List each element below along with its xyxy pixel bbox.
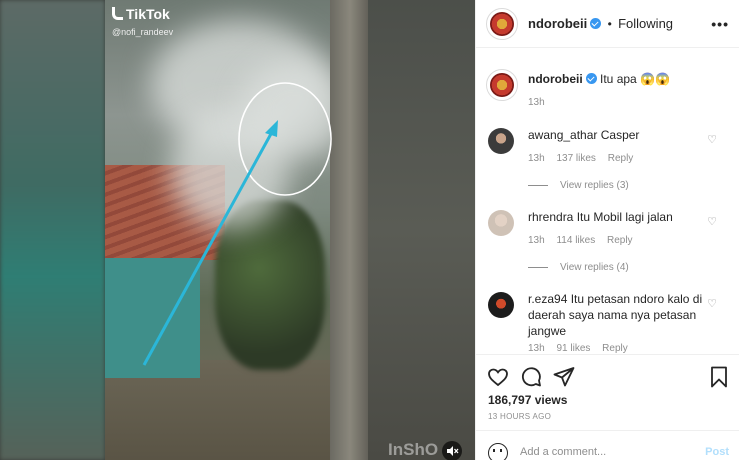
list-item: r.eza94 Itu petasan ndoro kalo di daerah… xyxy=(528,291,706,339)
reply-button[interactable]: Reply xyxy=(608,153,634,164)
annotation-arrowhead xyxy=(265,120,278,137)
post-media-video[interactable]: TikTok @nofi_randeev InShO xyxy=(0,0,475,460)
speaker-muted-icon xyxy=(447,446,459,456)
post-timestamp: 13 HOURS AGO xyxy=(488,412,552,421)
tiktok-watermark: TikTok xyxy=(112,6,170,22)
comment-meta: 13h 91 likes Reply xyxy=(528,343,637,354)
ellipsis-icon[interactable]: ••• xyxy=(711,16,729,32)
heart-icon[interactable]: ♡ xyxy=(707,297,717,310)
reply-button[interactable]: Reply xyxy=(602,343,628,354)
comments-list[interactable]: ndorobeii Itu apa 😱😱 13h awang_athar Cas… xyxy=(476,49,739,354)
tiktok-username: @nofi_randeev xyxy=(112,27,174,37)
avatar[interactable] xyxy=(488,128,514,154)
list-item: awang_athar Casper xyxy=(528,127,698,143)
comment-likes[interactable]: 114 likes xyxy=(556,235,595,246)
avatar[interactable] xyxy=(488,292,514,318)
comment-username[interactable]: awang_athar xyxy=(528,128,597,142)
following-button[interactable]: Following xyxy=(618,16,673,31)
verified-badge-icon xyxy=(590,18,602,29)
reply-button[interactable]: Reply xyxy=(607,235,633,246)
caption-username[interactable]: ndorobeii xyxy=(528,72,583,86)
comment-text: Itu Mobil lagi jalan xyxy=(576,210,673,224)
comment-text: Casper xyxy=(600,128,640,142)
caption-avatar[interactable] xyxy=(486,69,518,101)
comment-username[interactable]: r.eza94 xyxy=(528,292,567,306)
comment-time: 13h xyxy=(528,343,545,354)
replies-line xyxy=(528,184,548,186)
heart-icon[interactable]: ♡ xyxy=(707,215,717,228)
post-actions: 186,797 views 13 HOURS AGO xyxy=(476,354,739,429)
replies-line xyxy=(528,266,548,268)
avatar[interactable] xyxy=(486,8,518,40)
comment-likes[interactable]: 91 likes xyxy=(556,343,590,354)
mute-button[interactable] xyxy=(442,441,462,460)
view-replies-button[interactable]: View replies (3) xyxy=(528,180,629,191)
comment-input[interactable] xyxy=(520,446,680,458)
post-header: ndorobeii • Following ••• xyxy=(476,0,739,48)
view-replies-button[interactable]: View replies (4) xyxy=(528,262,629,273)
post-side-panel: ndorobeii • Following ••• ndorobeii Itu … xyxy=(476,0,739,460)
comment-username[interactable]: rhrendra xyxy=(528,210,573,224)
caption: ndorobeii Itu apa 😱😱 xyxy=(528,71,728,87)
post-button[interactable]: Post xyxy=(705,446,729,458)
caption-time: 13h xyxy=(528,97,545,108)
comment-likes[interactable]: 137 likes xyxy=(556,153,595,164)
header-username[interactable]: ndorobeii xyxy=(528,16,587,31)
tiktok-logo-icon xyxy=(112,7,123,20)
heart-icon[interactable] xyxy=(486,365,510,389)
list-item: rhrendra Itu Mobil lagi jalan xyxy=(528,209,698,225)
annotation-circle xyxy=(238,82,332,196)
inshot-watermark: InShO xyxy=(388,440,439,459)
verified-badge-icon xyxy=(585,73,597,84)
annotation-overlay xyxy=(142,82,332,366)
caption-text: Itu apa 😱😱 xyxy=(600,72,670,86)
share-icon[interactable] xyxy=(552,365,576,389)
header-separator: • xyxy=(607,17,612,31)
emoji-icon[interactable] xyxy=(488,443,508,460)
heart-icon[interactable]: ♡ xyxy=(707,133,717,146)
bookmark-icon[interactable] xyxy=(707,365,731,389)
view-count[interactable]: 186,797 views xyxy=(488,393,567,407)
annotation-arrow xyxy=(142,131,274,366)
comment-meta: 13h 114 likes Reply xyxy=(528,235,642,246)
comment-icon[interactable] xyxy=(519,365,543,389)
add-comment-bar: Post xyxy=(476,430,739,460)
header-user-line: ndorobeii • Following xyxy=(528,16,673,31)
avatar[interactable] xyxy=(488,210,514,236)
comment-meta: 13h 137 likes Reply xyxy=(528,153,642,164)
comment-time: 13h xyxy=(528,235,545,246)
comment-time: 13h xyxy=(528,153,545,164)
